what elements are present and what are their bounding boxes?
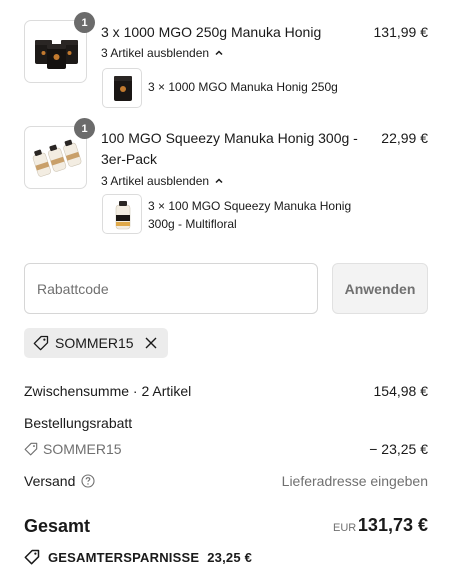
line-item-squeezy-100: 1 100 MGO Squeezy Manuka Honig 300g - 3e…: [24, 118, 428, 238]
shipping-row: Versand Lieferadresse eingeben: [24, 473, 428, 489]
order-discount-row: SOMMER15 − 23,25 €: [24, 441, 428, 459]
line-item-manuka-1000: 1 3 x 1000 MGO 250g Manuka Honig 131,99 …: [24, 12, 429, 110]
tag-icon: [24, 442, 38, 456]
item-title: 3 x 1000 MGO 250g Manuka Honig: [101, 24, 322, 40]
order-discount-code: SOMMER15: [43, 441, 122, 457]
total-label: Gesamt: [24, 516, 91, 536]
sub-item-label: 3 × 100 MGO Squeezy Manuka Honig 300g - …: [148, 199, 352, 231]
subtotal-row: Zwischensumme · 2 Artikel 154,98 €: [24, 383, 428, 399]
subtotal-label: Zwischensumme · 2 Artikel: [24, 383, 192, 399]
hide-items-toggle[interactable]: 3 Artikel ausblenden: [101, 174, 224, 188]
shipping-value: Lieferadresse eingeben: [281, 473, 428, 489]
tag-icon: [33, 335, 49, 351]
sub-item-label: 3 × 1000 MGO Manuka Honig 250g: [148, 80, 338, 94]
total-savings: GESAMTERSPARNISSE 23,25 €: [24, 549, 252, 565]
quantity-badge: 1: [74, 118, 95, 139]
chevron-up-icon: [215, 178, 223, 184]
chevron-up-icon: [215, 50, 223, 56]
applied-discount-chip: SOMMER15: [24, 328, 168, 358]
subtotal-value: 154,98 €: [373, 383, 429, 399]
total-currency: EUR: [333, 522, 357, 534]
help-circle-icon[interactable]: [81, 474, 95, 488]
item-price: 131,99 €: [373, 24, 429, 40]
tag-icon: [24, 549, 40, 565]
quantity-badge: 1: [74, 12, 95, 33]
shipping-label: Versand: [24, 473, 76, 489]
item-price: 22,99 €: [381, 130, 428, 146]
toggle-label: 3 Artikel ausblenden: [101, 46, 210, 60]
discount-code-input[interactable]: [24, 263, 318, 314]
order-discount-heading: Bestellungsrabatt: [24, 415, 428, 431]
toggle-label: 3 Artikel ausblenden: [101, 174, 210, 188]
total-value: 131,73 €: [357, 515, 428, 535]
apply-discount-button[interactable]: Anwenden: [332, 263, 428, 314]
applied-code-label: SOMMER15: [55, 335, 134, 351]
item-title: 100 MGO Squeezy Manuka Honig 300g - 3er-…: [101, 130, 358, 167]
order-discount-value: − 23,25 €: [369, 441, 428, 457]
remove-code-icon[interactable]: [144, 336, 158, 350]
hide-items-toggle[interactable]: 3 Artikel ausblenden: [101, 46, 224, 60]
sub-product-image: [102, 68, 142, 108]
savings-value: 23,25 €: [207, 549, 253, 565]
order-discount-label: Bestellungsrabatt: [24, 415, 133, 431]
savings-label: GESAMTERSPARNISSE: [48, 549, 200, 565]
sub-product-image: [102, 194, 142, 234]
